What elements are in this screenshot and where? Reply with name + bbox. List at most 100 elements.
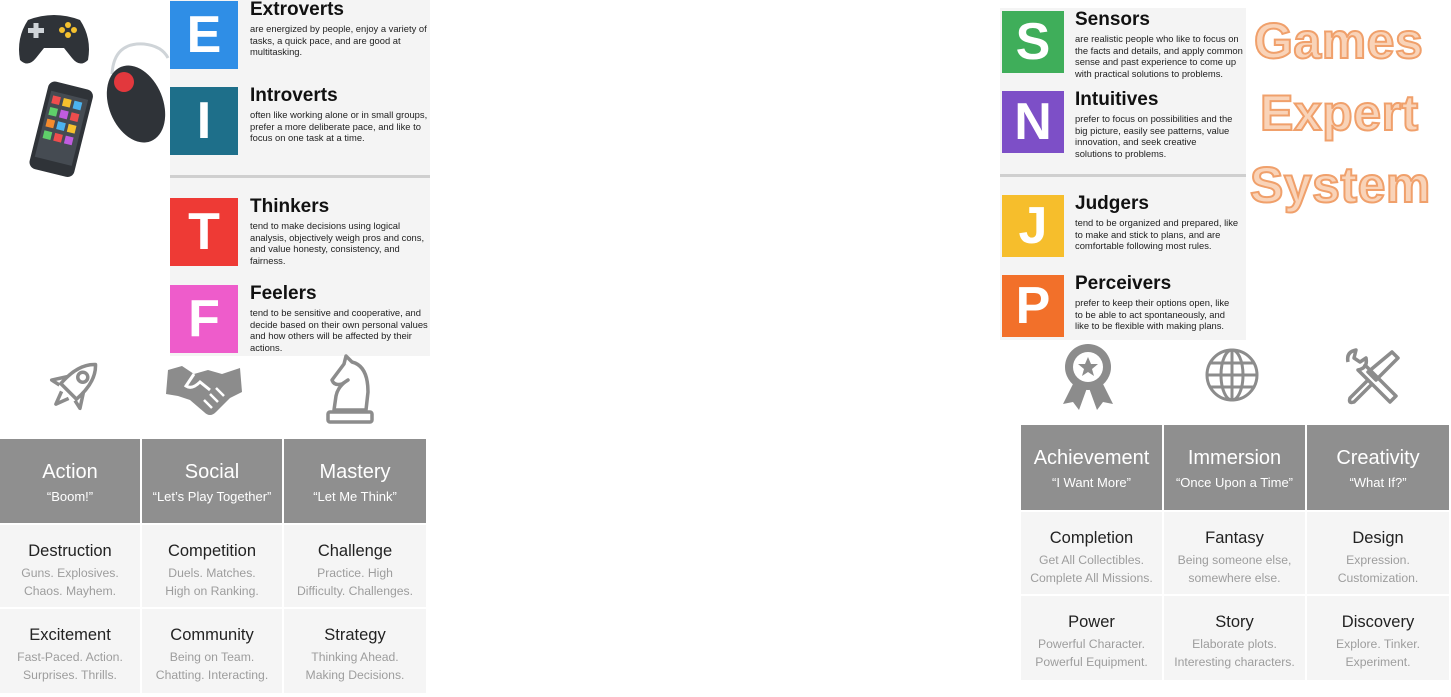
divider	[170, 175, 430, 178]
cell-detail: Duels. Matches. High on Ranking.	[165, 566, 259, 598]
cell-detail: Explore. Tinker. Experiment.	[1336, 637, 1420, 669]
trait-name: Thinkers	[250, 196, 330, 217]
cell-detail: Practice. High Difficulty. Challenges.	[296, 566, 414, 598]
cell-title: Fantasy	[1205, 529, 1264, 547]
header-quote: “What If?”	[1349, 475, 1407, 490]
header-cell-mastery: Mastery “Let Me Think”	[284, 439, 426, 523]
header-cell-immersion: Immersion “Once Upon a Time”	[1164, 425, 1305, 510]
trait-letter: E	[170, 1, 238, 69]
cell-detail: Powerful Character. Powerful Equipment.	[1035, 637, 1148, 669]
header-cell-creativity: Creativity “What If?”	[1307, 425, 1449, 510]
trait-letter: T	[170, 198, 238, 266]
trait-name: Perceivers	[1075, 273, 1172, 294]
header-title: Achievement	[1033, 447, 1150, 469]
motivation-cell-competition: Competition Duels. Matches. High on Ranki…	[142, 525, 282, 607]
trait-name: Feelers	[250, 283, 317, 304]
header-title: Mastery	[319, 461, 391, 483]
personality-panel-left: E Extroverts are energized by people, en…	[170, 0, 430, 356]
trait-description: tend to be organized and prepared, like …	[1075, 217, 1239, 252]
header-quote: “Let’s Play Together”	[152, 489, 272, 504]
header-title: Creativity	[1336, 447, 1420, 469]
cell-title: Power	[1068, 613, 1115, 631]
cell-detail: Being someone else, somewhere else.	[1177, 553, 1292, 585]
rocket-icon	[49, 362, 98, 411]
trait-description: are realistic people who like to focus o…	[1075, 33, 1243, 79]
trait-description: prefer to focus on possibilities and the…	[1075, 113, 1233, 159]
smartphone-icon	[29, 81, 93, 178]
motivation-cell-discovery: Discovery Explore. Tinker. Experiment.	[1307, 596, 1449, 680]
chess-knight-icon	[326, 354, 374, 424]
trait-name: Extroverts	[250, 0, 344, 20]
gamepad-icon	[19, 15, 89, 64]
trait-description: tend to be sensitive and cooperative, an…	[250, 307, 428, 353]
cell-detail: Thinking Ahead. Making Decisions.	[305, 650, 405, 682]
cell-title: Completion	[1049, 529, 1134, 547]
trait-sensors: S Sensors are realistic people who like …	[1000, 9, 1246, 83]
motivation-cell-story: Story Elaborate plots. Interesting charac…	[1164, 596, 1305, 680]
trait-name: Intuitives	[1075, 89, 1159, 110]
personality-panel-right: S Sensors are realistic people who like …	[1000, 8, 1246, 340]
header-title: Social	[184, 461, 240, 483]
header-title: Action	[42, 461, 98, 483]
trait-name: Judgers	[1075, 193, 1149, 214]
motivation-table-left: Action “Boom!” Social “Let’s Play Togeth…	[0, 439, 428, 697]
header-quote: “I Want More”	[1052, 475, 1131, 490]
trait-letter: N	[1002, 91, 1064, 153]
trait-letter: I	[170, 87, 238, 155]
trait-description: prefer to keep their options open, like …	[1075, 297, 1230, 332]
header-cell-achievement: Achievement “I Want More”	[1021, 425, 1162, 510]
motivation-table-right: Achievement “I Want More” Immersion “Onc…	[1021, 425, 1449, 683]
mouse-icon	[106, 42, 170, 143]
trait-name: Introverts	[250, 85, 338, 106]
cell-detail: Being on Team. Chatting. Interacting.	[155, 650, 269, 682]
motivation-cell-design: Design Expression. Customization.	[1307, 512, 1449, 594]
header-cell-action: Action “Boom!”	[0, 439, 140, 523]
motivation-cell-completion: Completion Get All Collectibles. Complete…	[1021, 512, 1162, 594]
cell-title: Challenge	[317, 542, 393, 560]
trait-letter: J	[1002, 195, 1064, 257]
motivation-cell-challenge: Challenge Practice. High Difficulty. Chal…	[284, 525, 426, 607]
motivation-cell-strategy: Strategy Thinking Ahead. Making Decisions…	[284, 609, 426, 693]
trait-introverts: I Introverts often like working alone or…	[170, 85, 430, 159]
globe-icon	[1205, 348, 1259, 402]
cell-title: Strategy	[324, 626, 386, 644]
header-cell-social: Social “Let’s Play Together”	[142, 439, 282, 523]
motivation-cell-excitement: Excitement Fast-Paced. Action. Surprises.…	[0, 609, 140, 693]
trait-thinkers: T Thinkers tend to make decisions using …	[170, 196, 430, 270]
header-quote: “Boom!”	[46, 489, 94, 504]
cell-detail: Get All Collectibles. Complete All Missio…	[1030, 553, 1153, 585]
cell-title: Excitement	[29, 626, 111, 644]
header-quote: “Once Upon a Time”	[1175, 475, 1294, 490]
motivation-cell-fantasy: Fantasy Being someone else, somewhere els…	[1164, 512, 1305, 594]
cell-title: Community	[170, 626, 254, 644]
trait-description: are energized by people, enjoy a variety…	[250, 23, 427, 58]
motivation-cell-destruction: Destruction Guns. Explosives. Chaos. Mayh…	[0, 525, 140, 607]
trait-name: Sensors	[1075, 9, 1150, 30]
handshake-icon	[166, 366, 242, 415]
cell-detail: Guns. Explosives. Chaos. Mayhem.	[21, 566, 119, 598]
title-word-games: Games	[1253, 12, 1424, 70]
cell-title: Discovery	[1341, 613, 1415, 631]
trait-feelers: F Feelers tend to be sensitive and coope…	[170, 283, 430, 357]
trait-judgers: J Judgers tend to be organized and prepa…	[1000, 193, 1246, 267]
header-title: Immersion	[1187, 447, 1282, 469]
trait-perceivers: P Perceivers prefer to keep their option…	[1000, 273, 1246, 347]
cell-detail: Expression. Customization.	[1337, 553, 1419, 585]
tools-icon	[1345, 348, 1400, 405]
trait-intuitives: N Intuitives prefer to focus on possibil…	[1000, 89, 1246, 163]
title-word-system: System	[1249, 156, 1431, 214]
motivation-cell-power: Power Powerful Character. Powerful Equipm…	[1021, 596, 1162, 680]
trait-description: often like working alone or in small gro…	[250, 109, 428, 144]
trait-letter: S	[1002, 11, 1064, 73]
title-word-expert: Expert	[1259, 84, 1419, 142]
trait-letter: P	[1002, 275, 1064, 337]
cell-title: Competition	[167, 542, 257, 560]
motivation-cell-community: Community Being on Team. Chatting. Intera…	[142, 609, 282, 693]
trait-extroverts: E Extroverts are energized by people, en…	[170, 0, 430, 73]
cell-title: Design	[1352, 529, 1404, 547]
cell-detail: Elaborate plots. Interesting characters.	[1174, 637, 1295, 669]
award-ribbon-icon	[1063, 344, 1113, 410]
trait-description: tend to make decisions using logical ana…	[250, 220, 425, 266]
trait-letter: F	[170, 285, 238, 353]
divider	[1000, 174, 1246, 177]
